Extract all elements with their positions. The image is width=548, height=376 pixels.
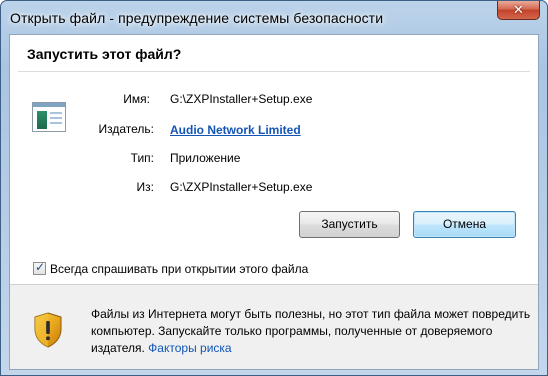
close-icon: ✕ — [513, 2, 524, 17]
cancel-button[interactable]: Отмена — [413, 211, 516, 238]
run-question-heading: Запустить этот файл? — [27, 46, 182, 62]
file-info-panel: Запустить этот файл? Имя: G:\ZXPInstalle… — [10, 35, 538, 284]
divider — [10, 284, 538, 285]
publisher-link[interactable]: Audio Network Limited — [170, 123, 301, 137]
always-ask-checkbox[interactable]: ✓ — [33, 260, 46, 275]
name-value: G:\ZXPInstaller+Setup.exe — [170, 92, 313, 106]
type-label: Тип: — [130, 151, 154, 165]
from-value: G:\ZXPInstaller+Setup.exe — [170, 180, 313, 194]
close-button[interactable]: ✕ — [497, 1, 540, 20]
run-button[interactable]: Запустить — [299, 211, 400, 238]
divider — [18, 71, 530, 72]
security-warning-window: Открыть файл - предупреждение системы бе… — [0, 0, 548, 376]
security-shield-icon — [34, 312, 62, 348]
window-title: Открыть файл - предупреждение системы бе… — [10, 10, 384, 26]
publisher-label: Издатель: — [98, 122, 155, 136]
risk-factors-link[interactable]: Факторы риска — [148, 341, 231, 355]
checkmark-icon: ✓ — [35, 260, 46, 274]
name-label: Имя: — [123, 92, 150, 106]
from-label: Из: — [136, 180, 154, 194]
security-warning-text: Файлы из Интернета могут быть полезны, н… — [91, 306, 531, 357]
dialog-body: Запустить этот файл? Имя: G:\ZXPInstalle… — [9, 34, 539, 370]
type-value: Приложение — [170, 151, 241, 165]
always-ask-label[interactable]: Всегда спрашивать при открытии этого фай… — [50, 262, 308, 276]
title-bar[interactable]: Открыть файл - предупреждение системы бе… — [1, 1, 547, 35]
